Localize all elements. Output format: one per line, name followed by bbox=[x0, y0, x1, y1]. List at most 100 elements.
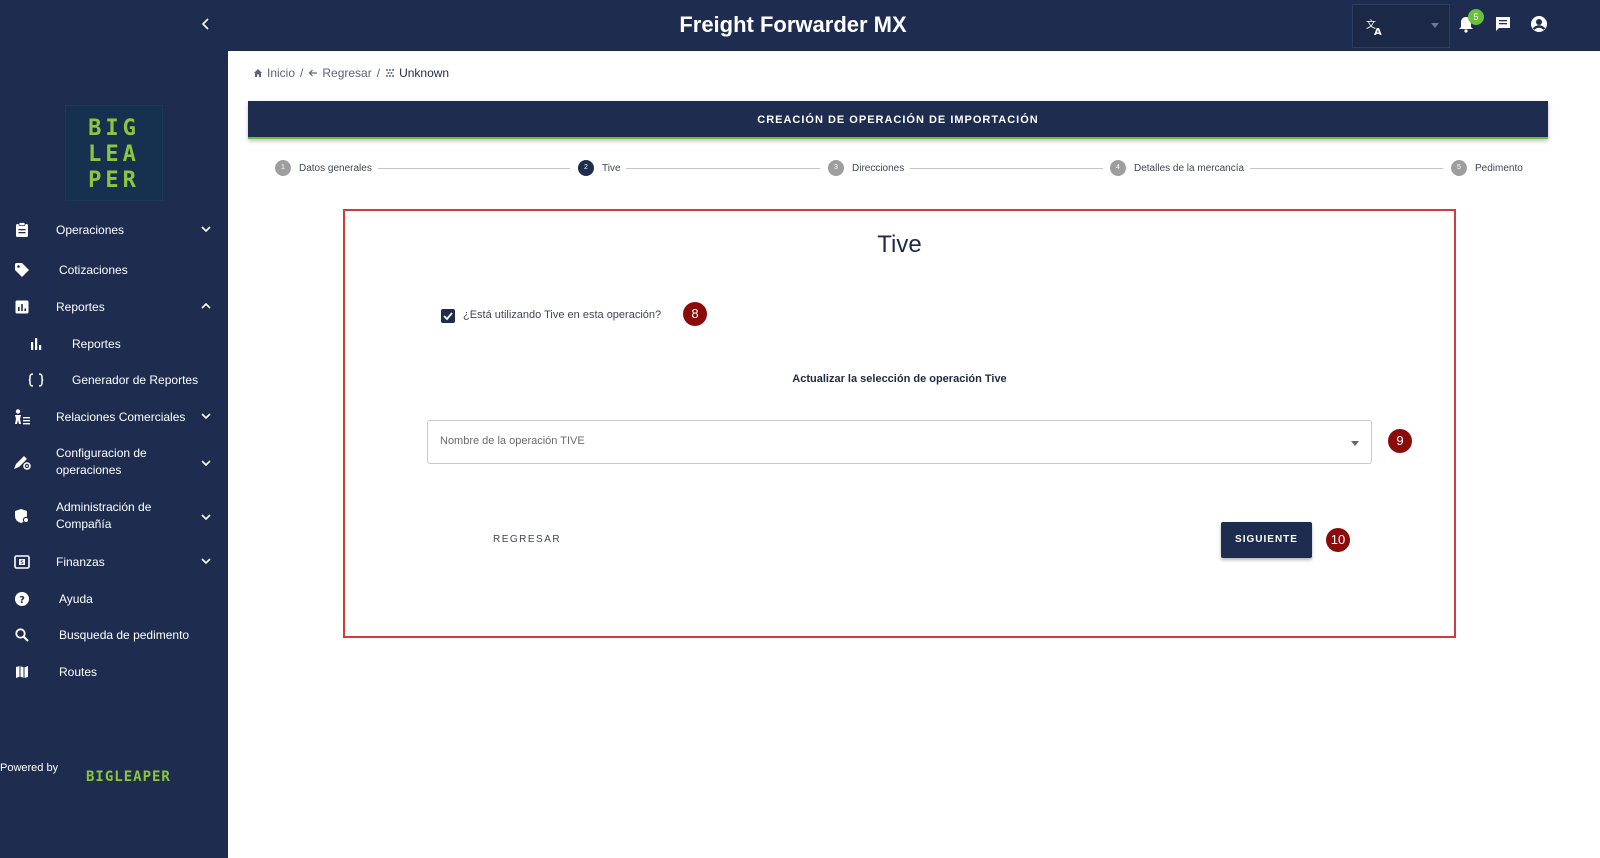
chevron-down-icon bbox=[199, 223, 213, 237]
logo-text: BIG LEA PER bbox=[88, 116, 140, 193]
money-icon: $ bbox=[13, 553, 31, 571]
step-marker-10: 10 bbox=[1326, 528, 1350, 552]
tive-operation-select[interactable]: Nombre de la operación TIVE bbox=[427, 420, 1372, 464]
step-tive[interactable]: 2 Tive bbox=[578, 160, 621, 176]
tive-usage-checkbox[interactable] bbox=[441, 309, 455, 323]
collapse-sidebar-button[interactable] bbox=[198, 16, 214, 36]
sidebar-item-operaciones[interactable]: Operaciones bbox=[0, 221, 228, 239]
sidebar-item-label: Reportes bbox=[56, 299, 105, 314]
sidebar-item-label: Ayuda bbox=[59, 591, 93, 606]
back-button[interactable]: REGRESAR bbox=[471, 526, 581, 554]
step-pedimento[interactable]: 5 Pedimento bbox=[1451, 160, 1523, 176]
step-detalles-mercancia[interactable]: 4 Detalles de la mercancía bbox=[1110, 160, 1244, 176]
top-bar: Freight Forwarder MX 文A 5 bbox=[228, 0, 1600, 51]
sidebar-item-cotizaciones[interactable]: Cotizaciones bbox=[0, 261, 228, 279]
sidebar-item-label: Generador de Reportes bbox=[72, 372, 199, 387]
account-button[interactable] bbox=[1530, 15, 1550, 35]
sidebar-item-label: Operaciones bbox=[56, 222, 125, 237]
chevron-up-icon bbox=[199, 300, 213, 314]
step-label: Datos generales bbox=[299, 162, 372, 174]
dots-grid-icon bbox=[386, 69, 395, 77]
page-title: CREACIÓN DE OPERACIÓN DE IMPORTACIÓN bbox=[757, 114, 1039, 126]
step-connector bbox=[910, 168, 1103, 169]
step-datos-generales[interactable]: 1 Datos generales bbox=[275, 160, 372, 176]
chat-icon bbox=[1496, 17, 1510, 31]
bar-chart-icon bbox=[27, 335, 45, 353]
powered-by-label: Powered by bbox=[0, 762, 59, 774]
svg-text:A: A bbox=[1374, 27, 1382, 37]
caret-down-icon bbox=[1431, 23, 1439, 28]
breadcrumb-back-label: Regresar bbox=[322, 66, 372, 80]
help-icon: ? bbox=[13, 590, 31, 608]
sidebar-item-reportes[interactable]: Reportes bbox=[0, 298, 228, 316]
bigleaper-footer-logo: BIGLEAPER bbox=[86, 769, 171, 785]
breadcrumb-current: Unknown bbox=[385, 66, 449, 80]
sidebar-item-label: Cotizaciones bbox=[59, 262, 128, 277]
sidebar-item-label: Busqueda de pedimento bbox=[59, 627, 190, 642]
shield-settings-icon bbox=[13, 507, 31, 525]
step-number: 4 bbox=[1110, 160, 1126, 176]
search-icon bbox=[13, 626, 31, 644]
step-connector bbox=[378, 168, 570, 169]
step-label: Detalles de la mercancía bbox=[1134, 162, 1245, 174]
breadcrumb-current-label: Unknown bbox=[399, 66, 450, 80]
step-number: 5 bbox=[1451, 160, 1467, 176]
section-label: Actualizar la selección de operación Tiv… bbox=[792, 373, 1007, 385]
step-label: Tive bbox=[602, 162, 621, 174]
arrow-left-icon bbox=[309, 69, 318, 77]
sidebar-subitem-generador-reportes[interactable]: Generador de Reportes bbox=[0, 371, 228, 389]
sidebar-item-label: Administración de Compañía bbox=[56, 500, 152, 531]
account-circle-icon bbox=[1531, 16, 1547, 32]
chevron-down-icon bbox=[199, 555, 213, 569]
caret-down-icon bbox=[1351, 441, 1359, 446]
step-connector bbox=[626, 168, 820, 169]
sidebar-item-ayuda[interactable]: ? Ayuda bbox=[0, 590, 228, 608]
step-connector bbox=[1250, 168, 1443, 169]
braces-icon bbox=[27, 371, 45, 389]
map-icon bbox=[13, 663, 31, 681]
breadcrumb-back[interactable]: Regresar bbox=[308, 66, 372, 80]
language-selector[interactable]: 文A bbox=[1352, 4, 1450, 48]
sidebar-item-busqueda-pedimento[interactable]: Busqueda de pedimento bbox=[0, 626, 228, 644]
notification-count-badge: 5 bbox=[1468, 9, 1484, 25]
breadcrumb-separator: / bbox=[376, 66, 381, 80]
sidebar-item-label: Relaciones Comerciales bbox=[56, 409, 186, 424]
sidebar-item-configuracion-operaciones[interactable]: Configuracion de operaciones bbox=[0, 445, 228, 479]
chevron-down-icon bbox=[199, 457, 213, 471]
next-button[interactable]: SIGUIENTE bbox=[1221, 522, 1312, 558]
breadcrumb-home[interactable]: Inicio bbox=[253, 66, 295, 80]
svg-text:$: $ bbox=[20, 559, 24, 566]
select-placeholder: Nombre de la operación TIVE bbox=[440, 435, 585, 447]
chevron-left-icon bbox=[201, 18, 209, 30]
checkmark-icon bbox=[443, 312, 453, 321]
step-marker-8: 8 bbox=[683, 302, 707, 326]
sidebar: BIG LEA PER Operaciones Cotizaciones Rep… bbox=[0, 0, 228, 858]
bigleaper-logo: BIG LEA PER bbox=[65, 105, 163, 201]
step-label: Direcciones bbox=[852, 162, 905, 174]
chevron-down-icon bbox=[199, 410, 213, 424]
sidebar-item-label: Reportes bbox=[72, 336, 121, 351]
breadcrumb-home-label: Inicio bbox=[267, 66, 296, 80]
tive-form-card: Tive ¿Está utilizando Tive en esta opera… bbox=[343, 209, 1456, 638]
tag-icon bbox=[13, 261, 31, 279]
page-header-banner: CREACIÓN DE OPERACIÓN DE IMPORTACIÓN bbox=[248, 101, 1548, 139]
messages-button[interactable] bbox=[1494, 15, 1514, 35]
sidebar-item-relaciones-comerciales[interactable]: Relaciones Comerciales bbox=[0, 408, 228, 426]
svg-text:?: ? bbox=[19, 595, 25, 606]
person-list-icon bbox=[13, 408, 31, 426]
settings-edit-icon bbox=[13, 453, 31, 471]
sidebar-item-label: Finanzas bbox=[56, 554, 105, 569]
sidebar-item-finanzas[interactable]: $ Finanzas bbox=[0, 553, 228, 571]
breadcrumb-separator: / bbox=[300, 66, 304, 80]
step-number: 1 bbox=[275, 160, 291, 176]
translate-icon: 文A bbox=[1365, 17, 1385, 38]
step-direcciones[interactable]: 3 Direcciones bbox=[828, 160, 904, 176]
sidebar-item-routes[interactable]: Routes bbox=[0, 663, 228, 681]
step-label: Pedimento bbox=[1475, 162, 1523, 174]
tive-usage-checkbox-label[interactable]: ¿Está utilizando Tive en esta operación? bbox=[463, 309, 661, 321]
sidebar-item-administracion-compania[interactable]: Administración de Compañía bbox=[0, 499, 228, 533]
sidebar-item-label: Configuracion de operaciones bbox=[56, 446, 147, 477]
step-number: 2 bbox=[578, 160, 594, 176]
sidebar-subitem-reportes[interactable]: Reportes bbox=[0, 335, 228, 353]
app-title: Freight Forwarder MX bbox=[679, 12, 907, 37]
